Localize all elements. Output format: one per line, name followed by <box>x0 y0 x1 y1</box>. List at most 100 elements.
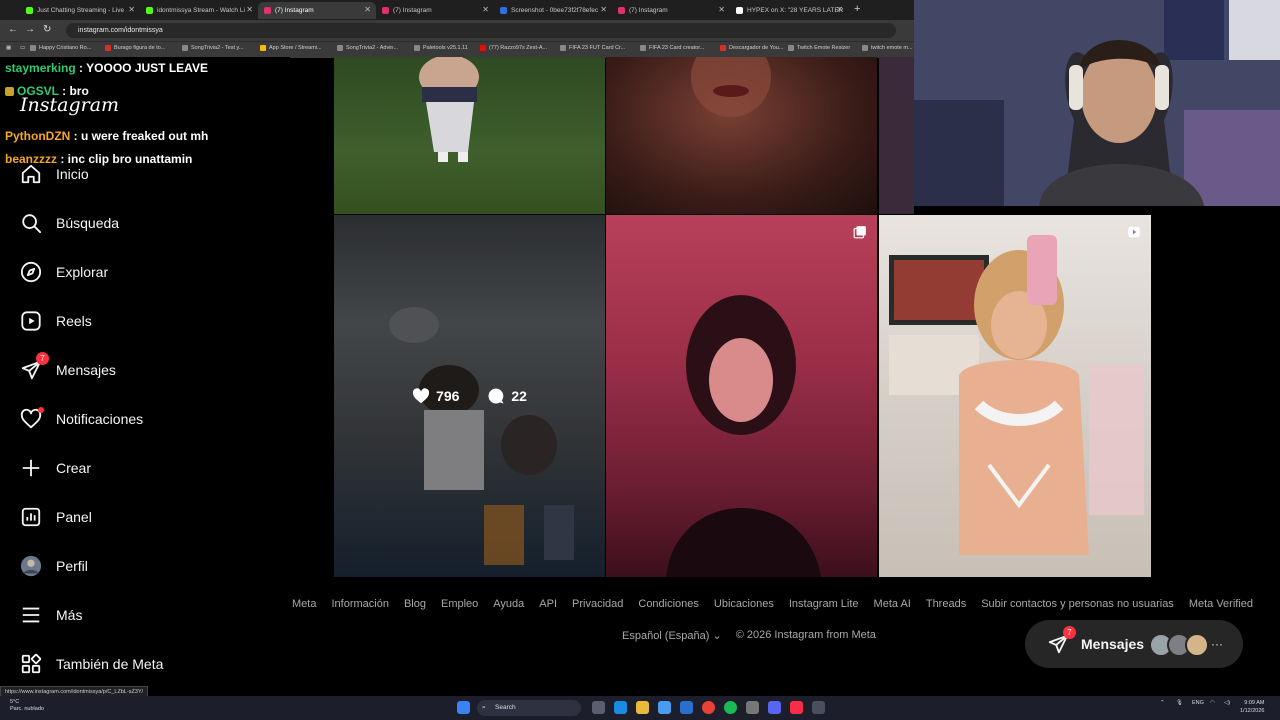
spotify-icon[interactable] <box>724 701 737 714</box>
apps-grid-icon[interactable]: ▦ <box>6 45 11 51</box>
discord-icon[interactable] <box>768 701 781 714</box>
bookmark-item[interactable]: Twitch Emote Resizer <box>788 45 850 51</box>
messages-pill-button[interactable]: 7 Mensajes ··· <box>1025 620 1243 668</box>
bookmark-item[interactable]: Happy Cristiano Ro... <box>30 45 91 51</box>
kick-favicon-icon <box>146 7 153 14</box>
url-field[interactable]: instagram.com/idontmissya <box>66 23 896 38</box>
sidebar-item-inicio[interactable]: Inicio <box>20 163 89 185</box>
post-thumbnail[interactable] <box>879 215 1151 577</box>
footer-link[interactable]: Threads <box>926 598 966 610</box>
post-thumbnail[interactable] <box>606 215 877 577</box>
music-icon[interactable] <box>790 701 803 714</box>
photos-icon[interactable] <box>658 701 671 714</box>
back-arrow-icon[interactable]: ← <box>8 24 18 35</box>
language-indicator[interactable]: ENG <box>1192 700 1204 706</box>
microphone-icon[interactable]: 🎙 <box>1176 700 1183 706</box>
footer-link[interactable]: API <box>539 598 557 610</box>
footer-link[interactable]: Meta Verified <box>1189 598 1253 610</box>
file-explorer-icon[interactable] <box>636 701 649 714</box>
sidebar-item-label: Inicio <box>56 166 89 182</box>
post-thumbnail[interactable] <box>879 57 914 214</box>
edge-icon[interactable] <box>614 701 627 714</box>
bookmark-item[interactable]: FIFA 23 FUT Card Cr... <box>560 45 625 51</box>
post-hover-overlay: 796 22 <box>334 215 605 577</box>
taskbar-clock[interactable]: 9:09 AM 1/12/2026 <box>1240 699 1264 715</box>
sidebar-item-panel[interactable]: Panel <box>20 506 92 528</box>
footer-link[interactable]: Ubicaciones <box>714 598 774 610</box>
sidebar-item-explorar[interactable]: Explorar <box>20 261 108 283</box>
windows-start-icon[interactable] <box>457 701 470 714</box>
sidebar-item-mensajes[interactable]: 7 Mensajes <box>20 352 116 381</box>
chrome-icon[interactable] <box>702 701 715 714</box>
close-tab-icon[interactable]: ✕ <box>836 5 843 14</box>
bookmark-item[interactable]: Paletools v25.1.11 <box>414 45 468 51</box>
copyright-text: © 2026 Instagram from Meta <box>735 629 876 641</box>
new-tab-icon[interactable]: + <box>854 3 860 15</box>
task-view-icon[interactable] <box>592 701 605 714</box>
browser-tab[interactable]: (7) Instagram ✕ <box>612 2 730 19</box>
reload-icon[interactable]: ↻ <box>43 24 51 35</box>
sidebar-item-label: Crear <box>56 460 92 476</box>
close-tab-icon[interactable]: ✕ <box>364 5 371 14</box>
close-tab-icon[interactable]: ✕ <box>600 5 607 14</box>
folder-icon[interactable]: ▭ <box>20 45 25 51</box>
sidebar-item-crear[interactable]: Crear <box>20 457 91 479</box>
footer-link[interactable]: Empleo <box>441 598 478 610</box>
post-thumbnail[interactable] <box>606 57 877 214</box>
bookmark-item[interactable]: Burago figura de to... <box>105 45 165 51</box>
footer-link[interactable]: Meta <box>292 598 316 610</box>
browser-tab[interactable]: Just Chatting Streaming - Live ✕ <box>20 2 140 19</box>
close-tab-icon[interactable]: ✕ <box>482 5 489 14</box>
home-icon <box>20 163 42 185</box>
sidebar-item-tambien-de-meta[interactable]: También de Meta <box>20 653 163 675</box>
close-tab-icon[interactable]: ✕ <box>246 5 253 14</box>
browser-tab[interactable]: Screenshot - 0bee73f2f78efec ✕ <box>494 2 612 19</box>
chevron-up-icon[interactable]: ⌃ <box>1160 700 1165 706</box>
forward-arrow-icon[interactable]: → <box>25 24 35 35</box>
footer-link[interactable]: Blog <box>404 598 426 610</box>
weather-widget[interactable]: 5°C Parc. nublado <box>10 699 44 713</box>
sidebar-item-busqueda[interactable]: Búsqueda <box>20 212 119 234</box>
chat-username: PythonDZN <box>5 129 71 143</box>
streamer-webcam <box>914 0 1280 206</box>
browser-tab[interactable]: idontmissya Stream - Watch Li ✕ <box>140 2 258 19</box>
footer-link[interactable]: Privacidad <box>572 598 623 610</box>
footer-link[interactable]: Información <box>331 598 388 610</box>
bookmark-item[interactable]: SongTrivia2 - Test y... <box>182 45 243 51</box>
bookmark-item[interactable]: Descargador de You... <box>720 45 783 51</box>
sidebar-item-perfil[interactable]: Perfil <box>20 555 88 577</box>
sidebar-item-mas[interactable]: Más <box>20 604 82 626</box>
browser-tab[interactable]: (7) Instagram ✕ <box>376 2 494 19</box>
footer-link[interactable]: Condiciones <box>638 598 699 610</box>
close-tab-icon[interactable]: ✕ <box>128 5 135 14</box>
instagram-favicon-icon <box>264 7 271 14</box>
bookmark-item[interactable]: App Store / Streami... <box>260 45 322 51</box>
sidebar-item-label: Panel <box>56 509 92 525</box>
browser-tab[interactable]: HYPEX on X: "28 YEARS LATER ✕ <box>730 2 848 19</box>
bookmark-item[interactable]: (77) Razzo97s Zest-A... <box>480 45 547 51</box>
wifi-icon[interactable]: ◠ <box>1210 700 1215 706</box>
app-icon[interactable] <box>812 701 825 714</box>
footer-link[interactable]: Ayuda <box>493 598 524 610</box>
browser-tab-active[interactable]: (7) Instagram ✕ <box>258 2 376 19</box>
language-selector[interactable]: Español (España) ⌄ <box>622 629 722 642</box>
volume-icon[interactable]: ◁) <box>1224 700 1230 706</box>
messages-pill-label: Mensajes <box>1081 636 1145 652</box>
footer-link[interactable]: Meta AI <box>874 598 911 610</box>
bookmark-item[interactable]: FIFA 23 Card creator... <box>640 45 704 51</box>
bookmark-favicon-icon <box>337 45 343 51</box>
meta-apps-icon <box>20 653 42 675</box>
sidebar-item-notificaciones[interactable]: Notificaciones <box>20 407 143 430</box>
kick-favicon-icon <box>26 7 33 14</box>
bookmark-item[interactable]: twitch emote m... <box>862 45 913 51</box>
obs-icon[interactable] <box>746 701 759 714</box>
footer-link[interactable]: Subir contactos y personas no usuarias <box>981 598 1174 610</box>
store-icon[interactable] <box>680 701 693 714</box>
sidebar-item-reels[interactable]: Reels <box>20 310 92 332</box>
bookmark-item[interactable]: SongTrivia2 - Advin... <box>337 45 398 51</box>
post-thumbnail-hovered[interactable]: 796 22 <box>334 215 605 577</box>
close-tab-icon[interactable]: ✕ <box>718 5 725 14</box>
footer-link[interactable]: Instagram Lite <box>789 598 859 610</box>
post-thumbnail[interactable] <box>334 57 605 214</box>
taskbar-search[interactable]: ⌕ Search <box>477 700 581 716</box>
